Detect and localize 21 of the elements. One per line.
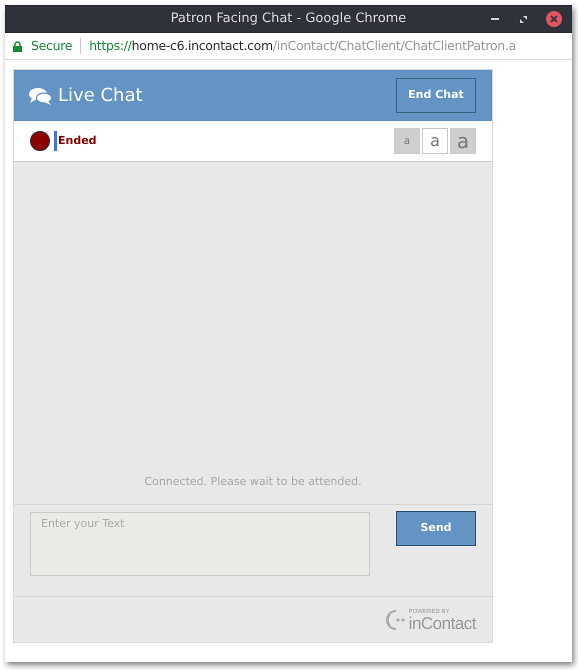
close-button[interactable] [546, 11, 562, 27]
font-size-button[interactable]: a [394, 128, 420, 154]
status-text: Ended [54, 131, 97, 151]
minimize-icon [491, 18, 499, 20]
brand-text: inContact [408, 614, 476, 632]
font-size-button[interactable]: a [422, 128, 448, 154]
lock-icon [13, 40, 22, 52]
window-title: Patron Facing Chat - Google Chrome [170, 10, 406, 28]
send-button[interactable]: Send [396, 511, 476, 546]
logo-mark-icon [384, 608, 405, 632]
message-field[interactable]: Enter your Text [30, 512, 370, 576]
font-size-button[interactable]: a [450, 128, 476, 154]
restore-icon [520, 16, 526, 22]
chat-title: Live Chat [58, 84, 143, 108]
url-text[interactable]: https://home-c6.incontact.com/inContact/ChatClient/ChatClientPatron.a [89, 36, 516, 56]
secure-label: Secure [31, 36, 72, 55]
chat-bubbles-icon [29, 86, 52, 104]
end-chat-button[interactable]: End Chat [396, 78, 476, 113]
system-message: Connected. Please wait to be attended. [144, 474, 362, 490]
close-icon [550, 15, 558, 23]
restore-button[interactable] [518, 14, 528, 24]
